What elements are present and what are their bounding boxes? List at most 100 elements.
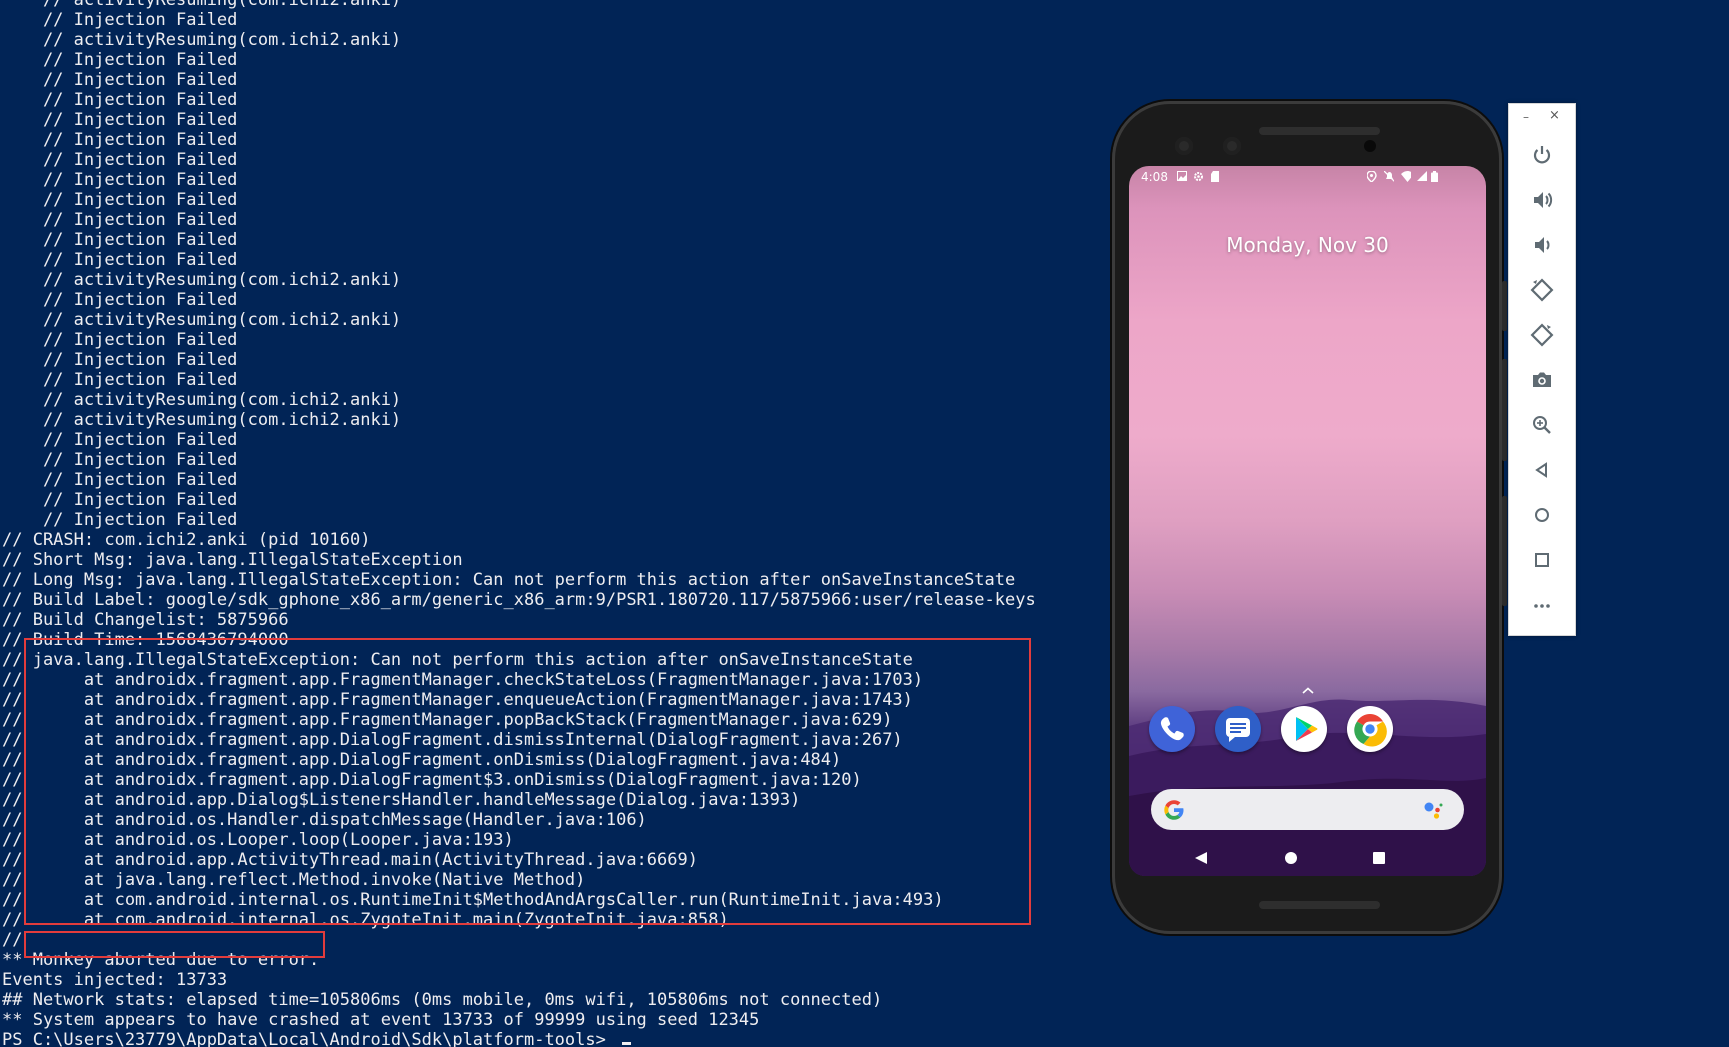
home-circle-icon (1535, 508, 1549, 522)
side-button-power (1502, 281, 1507, 331)
camera-icon (1533, 372, 1551, 387)
overview-button[interactable] (1528, 546, 1556, 574)
console-line: // activityResuming(com.ichi2.anki) (2, 0, 402, 10)
console-line: // Injection Failed (2, 330, 238, 350)
side-button-volume (1502, 359, 1507, 461)
earpiece-speaker (1259, 127, 1380, 135)
console-line: // at androidx.fragment.app.FragmentMana… (2, 670, 924, 690)
console-line: // Injection Failed (2, 230, 238, 250)
console-line: // Injection Failed (2, 90, 238, 110)
console-prompt: PS C:\Users\23779\AppData\Local\Android\… (2, 1030, 617, 1047)
volume-down-icon (1535, 237, 1550, 253)
power-icon (1533, 146, 1551, 164)
volume-up-button[interactable] (1528, 186, 1556, 214)
play-store-app-icon[interactable] (1281, 706, 1327, 752)
overview-square-icon (1535, 553, 1549, 567)
front-camera-secondary (1223, 137, 1241, 155)
proximity-sensor (1364, 140, 1376, 152)
rotate-right-button[interactable] (1528, 321, 1556, 349)
home-button[interactable] (1528, 501, 1556, 529)
console-line: // at androidx.fragment.app.DialogFragme… (2, 770, 862, 790)
console-line: ** Monkey aborted due to error. (2, 950, 320, 970)
sd-card-notification-icon (1211, 171, 1219, 182)
minimize-button[interactable]: – (1523, 110, 1529, 124)
console-line: // (2, 930, 23, 950)
emulator-toolbar: – × (1508, 103, 1576, 636)
bottom-speaker (1259, 901, 1380, 909)
console-line: // at java.lang.reflect.Method.invoke(Na… (2, 870, 586, 890)
console-line: // at com.android.internal.os.ZygoteInit… (2, 910, 729, 930)
phone-home-screen[interactable]: 4:08 Monday, Nov 30 (1129, 166, 1486, 876)
back-triangle-icon (1535, 462, 1547, 478)
console-line: Events injected: 13733 (2, 970, 228, 990)
console-line: // activityResuming(com.ichi2.anki) (2, 270, 402, 290)
console-line: // Injection Failed (2, 250, 238, 270)
toolbar-header: – × (1509, 104, 1575, 128)
console-line: // activityResuming(com.ichi2.anki) (2, 390, 402, 410)
console-line: // Injection Failed (2, 70, 238, 90)
console-line: // Injection Failed (2, 450, 238, 470)
rotate-right-icon (1530, 323, 1554, 347)
signal-icon (1417, 171, 1427, 181)
console-line: // Injection Failed (2, 290, 238, 310)
phone-app-icon[interactable] (1149, 706, 1195, 752)
more-button[interactable] (1528, 591, 1556, 619)
console-line: // activityResuming(com.ichi2.anki) (2, 30, 402, 50)
google-search-bar[interactable] (1151, 789, 1464, 830)
console-line: // Build Time: 1568436794000 (2, 630, 289, 650)
close-button[interactable]: × (1549, 108, 1560, 123)
rotate-left-icon (1530, 278, 1554, 302)
image-notification-icon (1177, 171, 1187, 181)
swipe-up-chevron-icon[interactable] (1302, 687, 1314, 695)
home-dock (1129, 706, 1486, 756)
zoom-button[interactable] (1528, 411, 1556, 439)
console-line: // at android.app.ActivityThread.main(Ac… (2, 850, 698, 870)
powershell-console[interactable]: // activityResuming(com.ichi2.anki) // I… (2, 0, 1102, 1047)
console-line: // at androidx.fragment.app.FragmentMana… (2, 710, 893, 730)
messages-app-icon[interactable] (1215, 706, 1261, 752)
volume-down-button[interactable] (1528, 231, 1556, 259)
console-line: // Injection Failed (2, 110, 238, 130)
settings-notification-icon (1194, 172, 1203, 181)
console-line: // Injection Failed (2, 490, 238, 510)
power-button[interactable] (1528, 141, 1556, 169)
console-line: // at androidx.fragment.app.FragmentMana… (2, 690, 913, 710)
console-line: // Injection Failed (2, 190, 238, 210)
side-button-extra (1502, 496, 1507, 606)
chrome-app-icon[interactable] (1347, 706, 1393, 752)
google-assistant-icon[interactable] (1422, 800, 1444, 820)
console-line: // Injection Failed (2, 350, 238, 370)
home-date[interactable]: Monday, Nov 30 (1129, 233, 1486, 257)
console-line: // Injection Failed (2, 210, 238, 230)
text-cursor (622, 1042, 632, 1045)
console-line: // Injection Failed (2, 470, 238, 490)
console-line: ** System appears to have crashed at eve… (2, 1010, 760, 1030)
wifi-icon (1401, 171, 1411, 182)
location-icon (1367, 171, 1377, 182)
console-line: // at android.app.Dialog$ListenersHandle… (2, 790, 801, 810)
console-line: // java.lang.IllegalStateException: Can … (2, 650, 913, 670)
volume-up-icon (1534, 192, 1553, 208)
console-line: // activityResuming(com.ichi2.anki) (2, 410, 402, 430)
console-prompt-line[interactable]: PS C:\Users\23779\AppData\Local\Android\… (2, 1030, 1102, 1047)
back-button[interactable] (1528, 456, 1556, 484)
nav-back-icon[interactable] (1194, 851, 1208, 865)
console-line: // Build Changelist: 5875966 (2, 610, 289, 630)
android-nav-bar (1129, 849, 1486, 869)
console-line: // Injection Failed (2, 10, 238, 30)
console-line: ## Network stats: elapsed time=105806ms … (2, 990, 883, 1010)
console-line: // at android.os.Looper.loop(Looper.java… (2, 830, 514, 850)
nav-overview-icon[interactable] (1372, 851, 1386, 865)
console-line: // at android.os.Handler.dispatchMessage… (2, 810, 647, 830)
console-line: // Injection Failed (2, 170, 238, 190)
desktop: // activityResuming(com.ichi2.anki) // I… (0, 0, 1729, 1047)
emulator-phone-frame: 4:08 Monday, Nov 30 (1112, 101, 1507, 934)
console-line: // at androidx.fragment.app.DialogFragme… (2, 750, 842, 770)
rotate-left-button[interactable] (1528, 276, 1556, 304)
console-line: // CRASH: com.ichi2.anki (pid 10160) (2, 530, 371, 550)
console-line: // Injection Failed (2, 430, 238, 450)
status-time: 4:08 (1141, 170, 1168, 184)
console-line: // Short Msg: java.lang.IllegalStateExce… (2, 550, 463, 570)
screenshot-button[interactable] (1528, 366, 1556, 394)
nav-home-icon[interactable] (1284, 851, 1298, 865)
